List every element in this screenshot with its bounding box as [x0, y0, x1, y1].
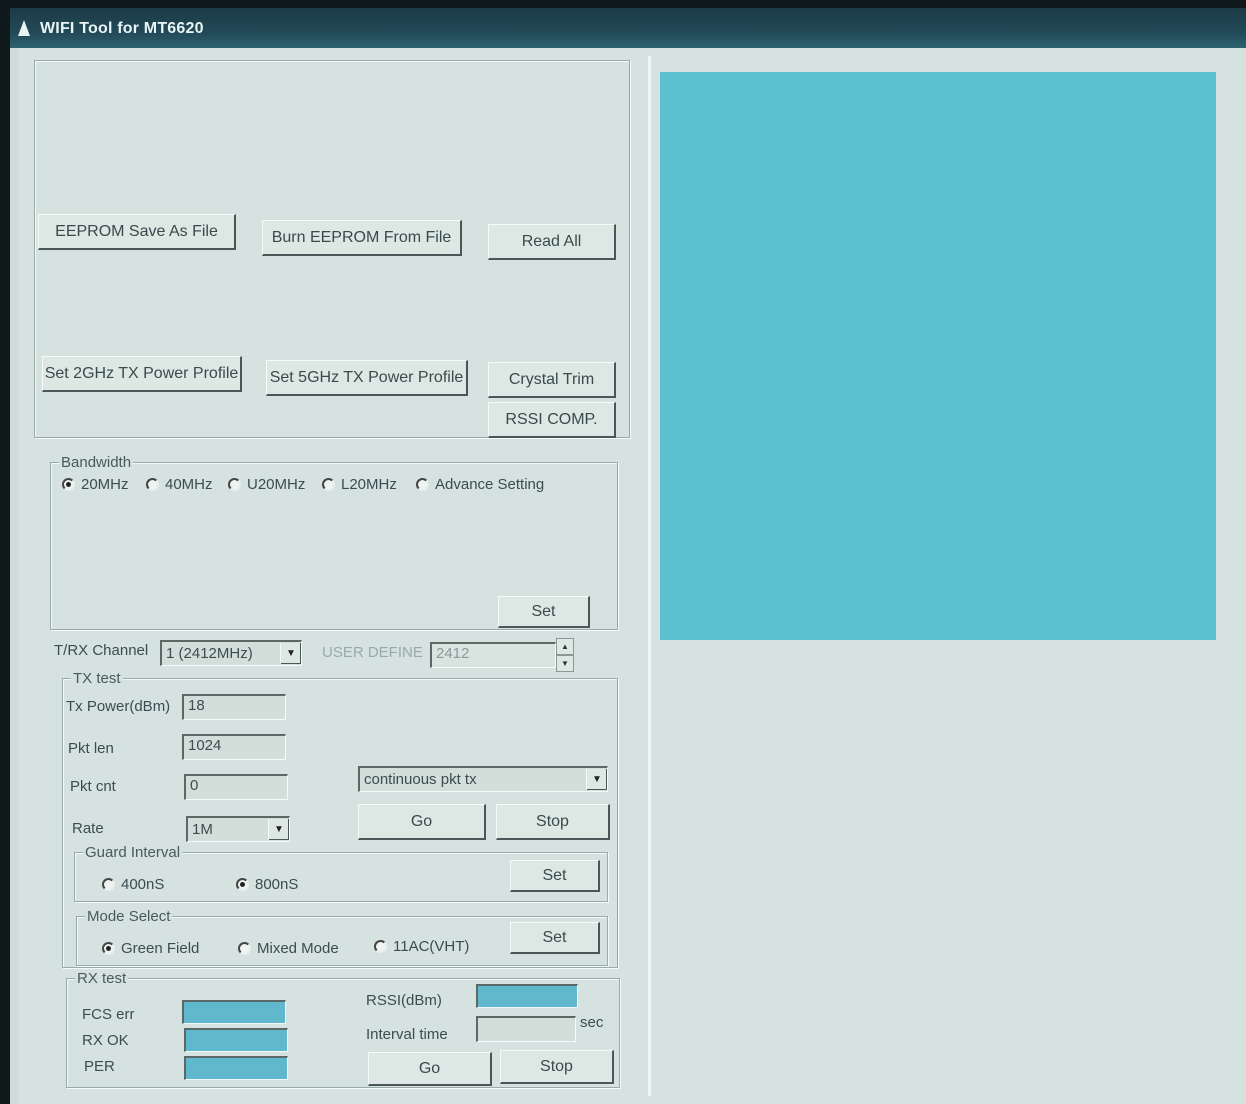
pkt-len-label: Pkt len — [68, 740, 114, 757]
tx-power-label: Tx Power(dBm) — [66, 698, 171, 715]
bandwidth-40mhz-radio[interactable]: 40MHz — [146, 476, 213, 493]
mode-mixed-mode-radio[interactable]: Mixed Mode — [238, 940, 339, 957]
bandwidth-advance-setting-radio[interactable]: Advance Setting — [416, 476, 544, 493]
radio-dot — [416, 478, 429, 491]
chevron-down-icon[interactable]: ▼ — [280, 643, 301, 664]
rate-label: Rate — [72, 820, 104, 837]
user-define-label: USER DEFINE — [322, 644, 423, 661]
bandwidth-20mhz-radio[interactable]: 20MHz — [62, 476, 129, 493]
bandwidth-set-button[interactable]: Set — [498, 596, 590, 628]
rate-value: 1M — [192, 821, 213, 838]
bandwidth-u20mhz-radio[interactable]: U20MHz — [228, 476, 305, 493]
tx-go-button[interactable]: Go — [358, 804, 486, 840]
guard-interval-label: Guard Interval — [83, 844, 183, 861]
tx-stop-button[interactable]: Stop — [496, 804, 610, 840]
bandwidth-l20mhz-radio[interactable]: L20MHz — [322, 476, 397, 493]
pkt-cnt-input[interactable]: 0 — [184, 774, 288, 800]
rx-ok-label: RX OK — [82, 1032, 129, 1049]
radio-dot — [62, 478, 75, 491]
user-define-input[interactable]: 2412 — [430, 642, 556, 668]
title-bar: WIFI Tool for MT6620 — [10, 8, 1246, 50]
display-panel — [660, 72, 1216, 640]
mode-select-label: Mode Select — [85, 908, 173, 925]
radio-dot — [238, 942, 251, 955]
eeprom-save-button[interactable]: EEPROM Save As File — [38, 214, 236, 250]
burn-eeprom-button[interactable]: Burn EEPROM From File — [262, 220, 462, 256]
channel-select[interactable]: 1 (2412MHz) ▼ — [160, 640, 302, 666]
per-label: PER — [84, 1058, 115, 1075]
panel-divider — [648, 56, 651, 1096]
radio-dot — [146, 478, 159, 491]
rx-stop-button[interactable]: Stop — [500, 1050, 614, 1084]
pkt-cnt-label: Pkt cnt — [70, 778, 116, 795]
tx-mode-select[interactable]: continuous pkt tx ▼ — [358, 766, 608, 792]
rate-select[interactable]: 1M ▼ — [186, 816, 290, 842]
radio-dot — [374, 940, 387, 953]
rx-go-button[interactable]: Go — [368, 1052, 492, 1086]
chevron-down-icon[interactable]: ▼ — [268, 819, 289, 840]
channel-label: T/RX Channel — [54, 642, 149, 659]
set-5ghz-profile-button[interactable]: Set 5GHz TX Power Profile — [266, 360, 468, 396]
radio-dot — [228, 478, 241, 491]
guard-interval-set-button[interactable]: Set — [510, 860, 600, 892]
rssi-value — [476, 984, 578, 1008]
mode-select-set-button[interactable]: Set — [510, 922, 600, 954]
user-define-spinner[interactable]: ▲ ▼ — [556, 638, 574, 672]
spin-down-icon[interactable]: ▼ — [556, 655, 574, 672]
rx-test-label: RX test — [75, 970, 129, 987]
radio-dot — [322, 478, 335, 491]
tx-test-label: TX test — [71, 670, 123, 687]
interval-time-label: Interval time — [366, 1026, 448, 1043]
channel-value: 1 (2412MHz) — [166, 645, 253, 662]
window-title: WIFI Tool for MT6620 — [40, 20, 204, 37]
bandwidth-label: Bandwidth — [59, 454, 134, 471]
tx-mode-value: continuous pkt tx — [364, 771, 477, 788]
interval-time-input[interactable] — [476, 1016, 576, 1042]
tx-power-input[interactable]: 18 — [182, 694, 286, 720]
guard-400ns-radio[interactable]: 400nS — [102, 876, 164, 893]
app-icon — [18, 20, 30, 36]
fcs-err-value — [182, 1000, 286, 1024]
fcs-err-label: FCS err — [82, 1006, 135, 1023]
radio-dot — [102, 878, 115, 891]
crystal-trim-button[interactable]: Crystal Trim — [488, 362, 616, 398]
per-value — [184, 1056, 288, 1080]
radio-dot — [102, 942, 115, 955]
rssi-comp-button[interactable]: RSSI COMP. — [488, 402, 616, 438]
mode-11ac-radio[interactable]: 11AC(VHT) — [374, 938, 469, 955]
mode-green-field-radio[interactable]: Green Field — [102, 940, 199, 957]
guard-800ns-radio[interactable]: 800nS — [236, 876, 298, 893]
chevron-down-icon[interactable]: ▼ — [586, 769, 607, 790]
spin-up-icon[interactable]: ▲ — [556, 638, 574, 655]
rx-ok-value — [184, 1028, 288, 1052]
set-2ghz-profile-button[interactable]: Set 2GHz TX Power Profile — [42, 356, 242, 392]
radio-dot — [236, 878, 249, 891]
rssi-label: RSSI(dBm) — [366, 992, 442, 1009]
interval-unit-label: sec — [580, 1014, 604, 1031]
read-all-button[interactable]: Read All — [488, 224, 616, 260]
pkt-len-input[interactable]: 1024 — [182, 734, 286, 760]
